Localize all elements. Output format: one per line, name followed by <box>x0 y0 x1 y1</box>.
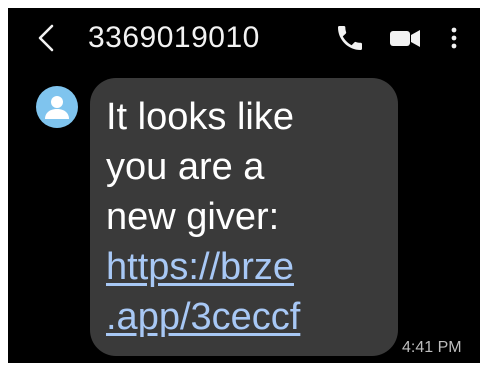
more-vertical-icon <box>451 27 457 49</box>
contact-avatar[interactable] <box>36 86 78 128</box>
video-call-button[interactable] <box>388 22 422 54</box>
message-link[interactable]: https://brze .app/3ceccf <box>106 242 382 342</box>
video-camera-icon <box>390 30 420 47</box>
call-button[interactable] <box>334 22 366 54</box>
message-timestamp: 4:41 PM <box>402 339 462 356</box>
back-button[interactable] <box>34 20 60 56</box>
message-bubble[interactable]: It looks like you are a new giver: https… <box>90 78 398 356</box>
person-icon <box>45 96 69 119</box>
message-screen: 3369019010 It looks like you are a new g… <box>8 8 480 363</box>
message-text: It looks like you are a new giver: <box>106 96 294 238</box>
more-options-button[interactable] <box>444 22 464 54</box>
conversation-header: 3369019010 <box>8 8 480 70</box>
phone-icon <box>338 26 362 50</box>
chevron-left-icon <box>38 24 54 52</box>
contact-number: 3369019010 <box>88 21 260 54</box>
